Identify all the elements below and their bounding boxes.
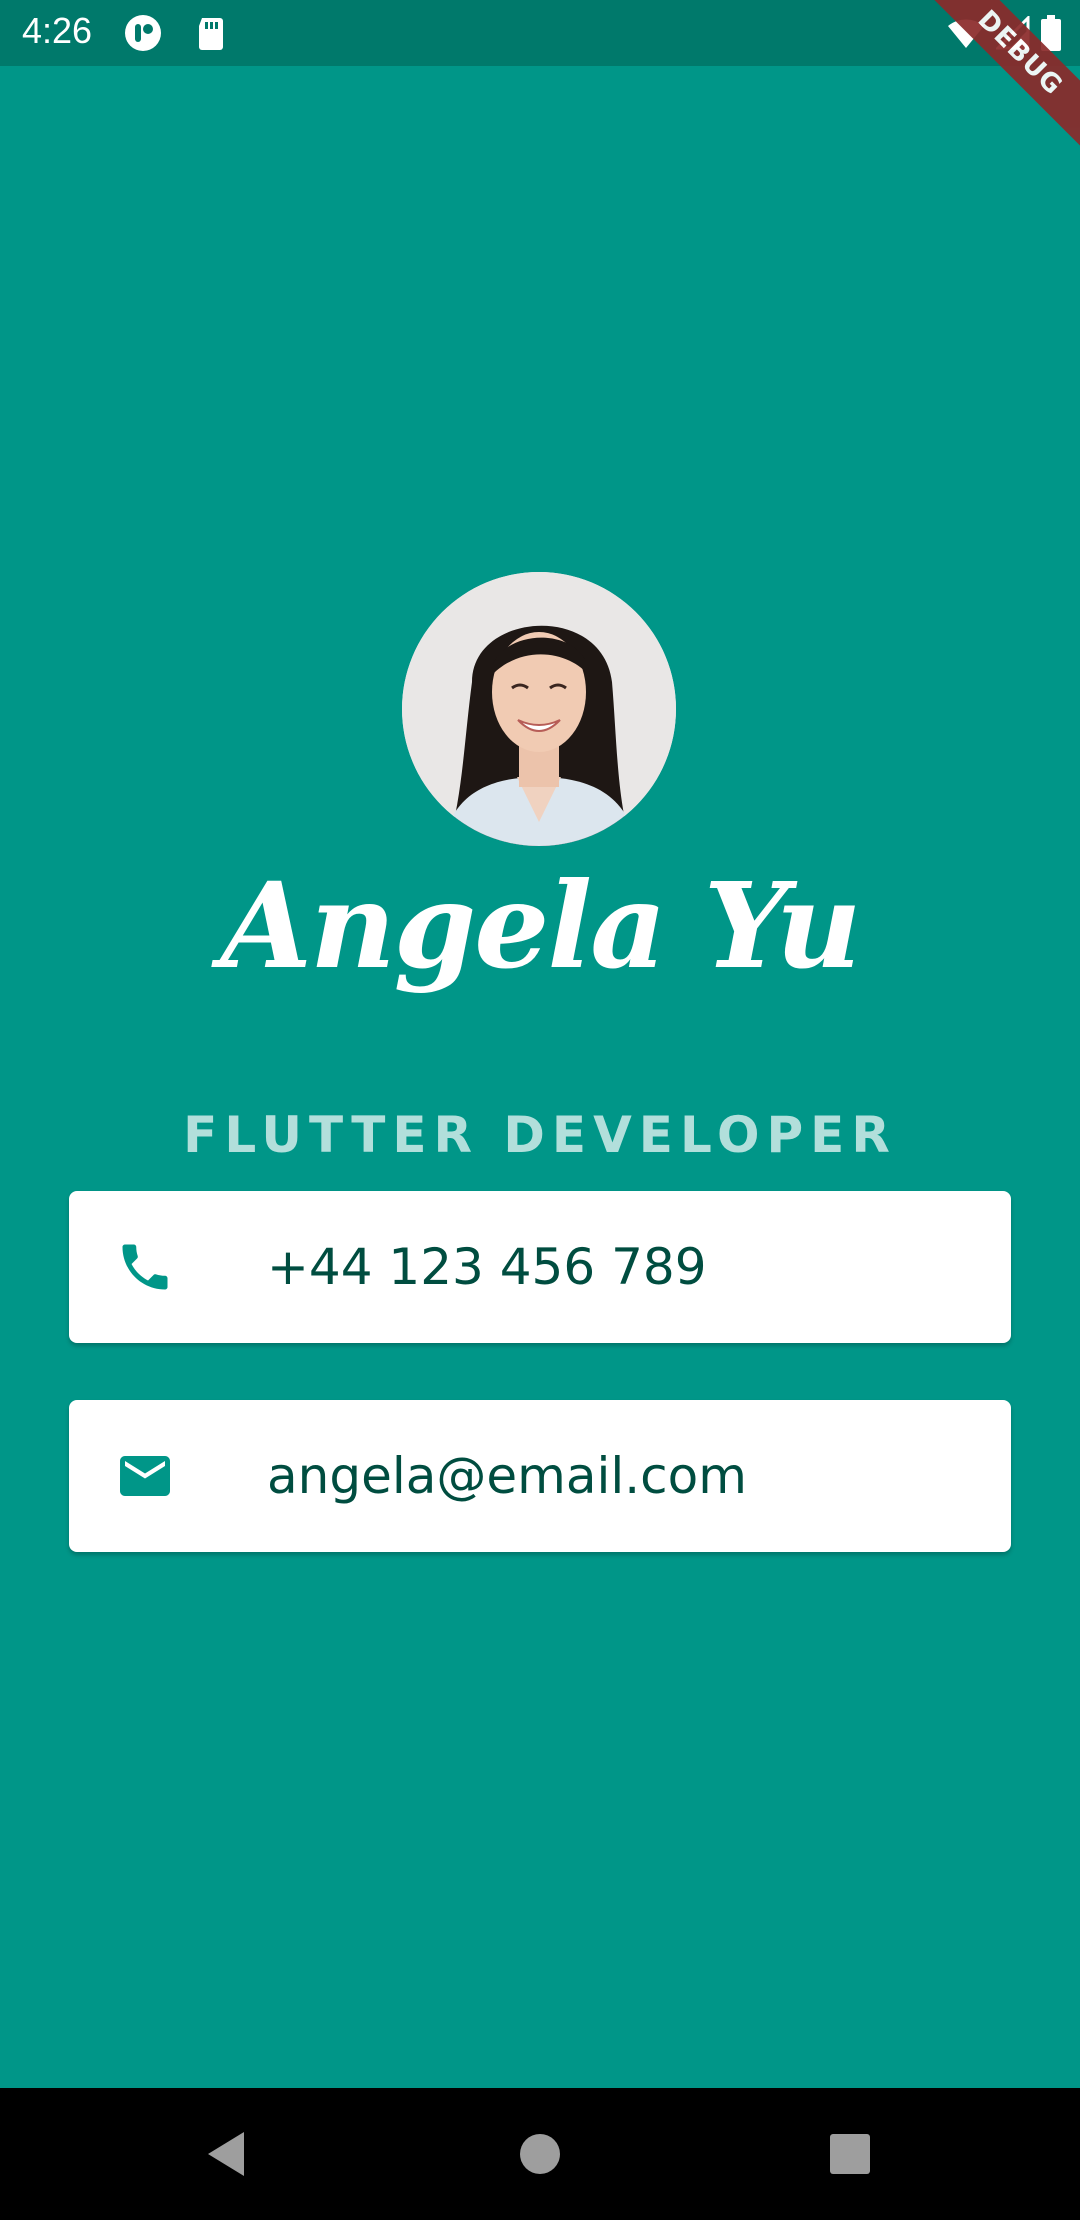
system-nav-bar	[0, 2088, 1080, 2220]
email-address: angela@email.com	[267, 1447, 747, 1505]
phone-card[interactable]: +44 123 456 789	[69, 1191, 1011, 1343]
home-icon[interactable]	[510, 2124, 570, 2184]
status-time: 4:26	[22, 10, 93, 51]
status-bar: 4:26	[0, 0, 1080, 66]
profile-avatar	[402, 572, 676, 846]
email-card[interactable]: angela@email.com	[69, 1400, 1011, 1552]
phone-number: +44 123 456 789	[267, 1238, 707, 1296]
phone-icon	[122, 1244, 168, 1290]
back-icon[interactable]	[196, 2124, 256, 2184]
profile-photo	[402, 572, 676, 846]
mail-icon	[120, 1456, 170, 1496]
recents-icon[interactable]	[820, 2124, 880, 2184]
profile-card-screen: Angela Yu FLUTTER DEVELOPER +44 123 456 …	[0, 66, 1080, 2088]
sd-card-icon	[199, 18, 223, 50]
profile-job-title: FLUTTER DEVELOPER	[183, 1106, 897, 1164]
app-icon	[125, 15, 161, 51]
profile-name: Angela Yu	[220, 856, 861, 995]
